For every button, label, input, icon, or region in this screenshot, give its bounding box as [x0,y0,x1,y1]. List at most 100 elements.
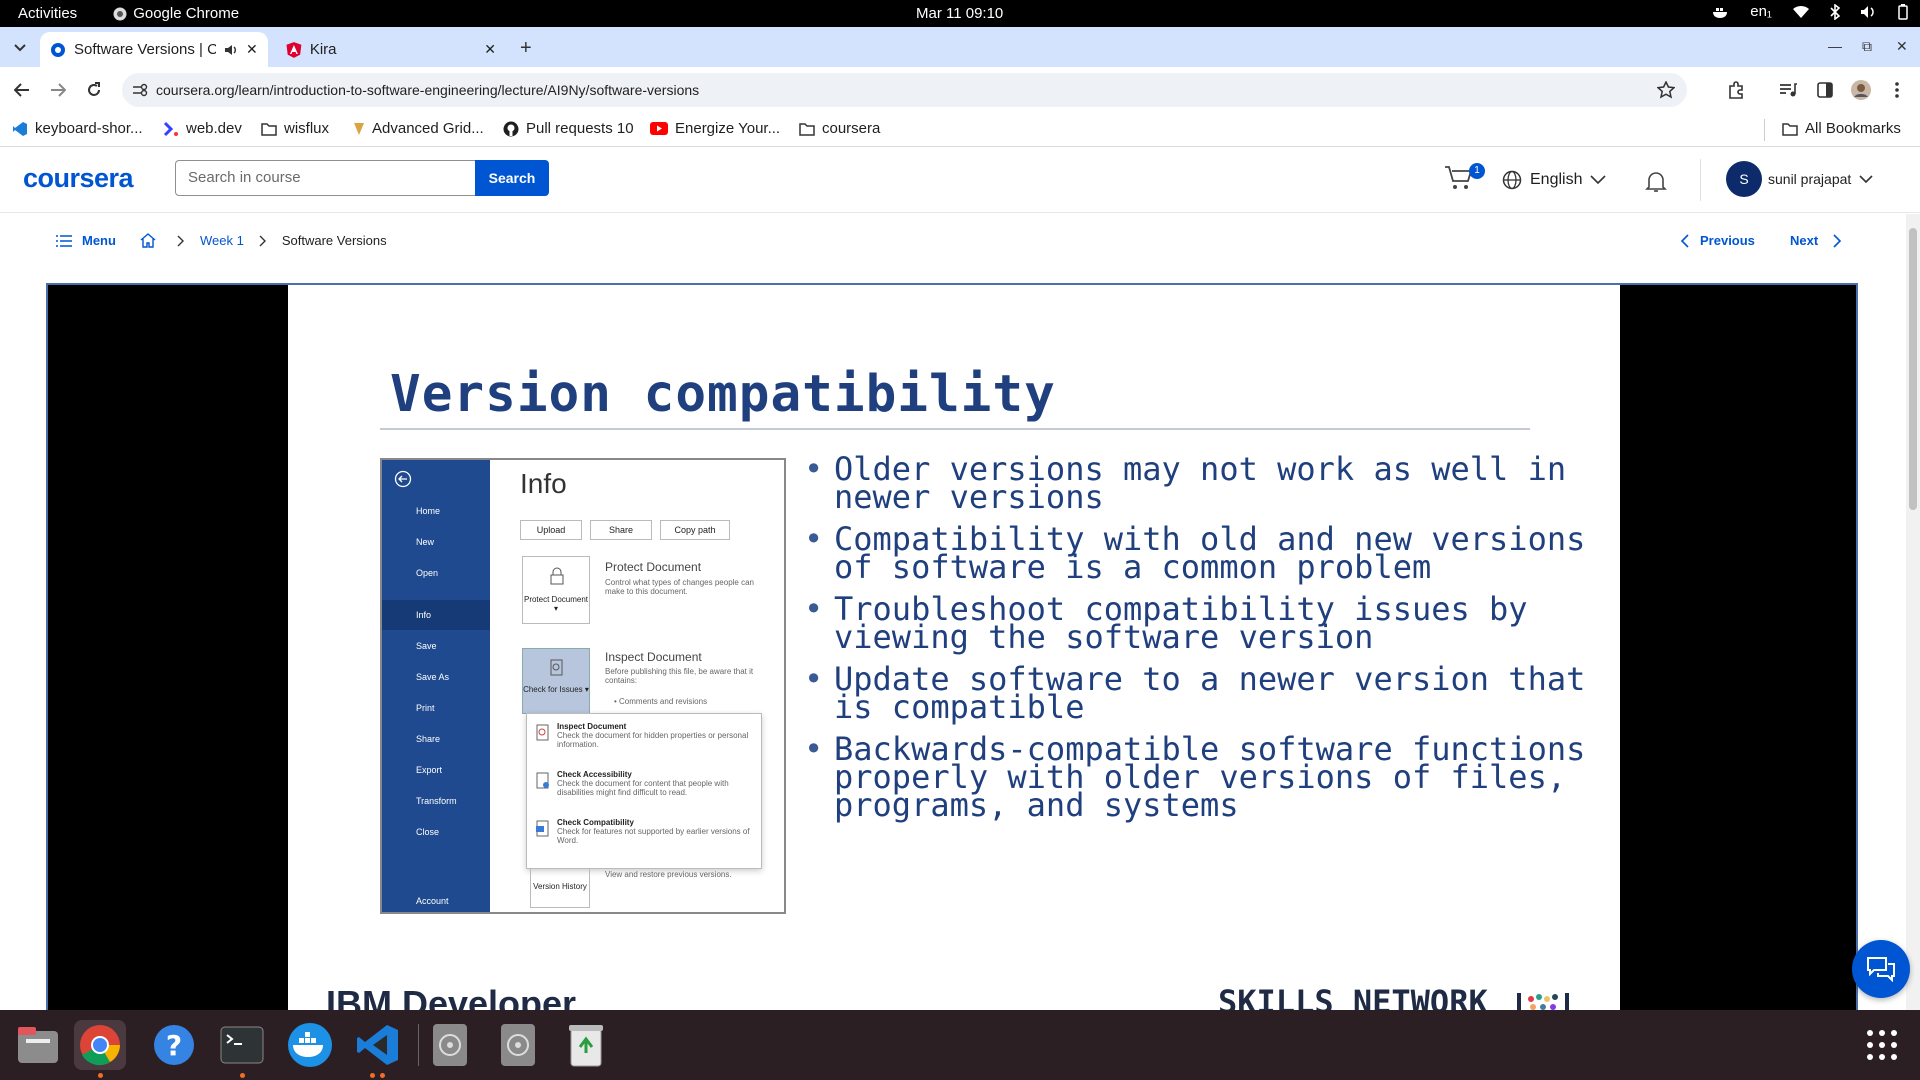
chevron-left-icon [1680,233,1689,248]
folder-icon [261,122,277,136]
word-backstage-sidebar: Home New Open Info Save Save As Print Sh… [382,460,490,912]
new-tab-button[interactable]: + [520,37,532,60]
breadcrumb-current: Software Versions [281,233,387,248]
dock-separator [418,1024,419,1066]
docker-icon [288,1023,332,1067]
dock-docker[interactable] [284,1020,336,1070]
dock-disk-2[interactable] [492,1020,544,1070]
svg-text:?: ? [166,1029,182,1062]
bookmark-label: Energize Your... [675,120,781,137]
previous-button[interactable]: Previous [1680,233,1755,248]
bookmark-energize[interactable]: Energize Your... [650,120,780,137]
system-tray[interactable]: en₁ [1712,3,1910,20]
dock-files[interactable] [12,1020,64,1070]
tab-software-versions[interactable]: Software Versions | C ✕ [40,32,268,67]
scrollbar-thumb[interactable] [1909,228,1917,510]
side-panel-button[interactable] [1815,80,1835,100]
word-nav-info: Info [416,610,432,620]
url-text: coursera.org/learn/introduction-to-softw… [156,82,700,98]
slide-bullets: Older versions may not work as well in n… [804,453,1604,833]
word-inspect-item: • Comments and revisions [614,697,708,706]
tab-kira[interactable]: Kira ✕ [276,32,506,67]
bookmark-label: coursera [822,120,881,137]
tab-search-button[interactable] [8,36,32,60]
activities-button[interactable]: Activities [18,5,77,22]
bookmark-coursera[interactable]: coursera [799,120,880,137]
word-nav-save: Save [416,641,437,651]
audio-playing-icon[interactable] [224,44,238,56]
word-inspect-desc: Before publishing this file, be aware th… [605,667,754,685]
dock-trash[interactable] [560,1020,612,1070]
dock-terminal[interactable] [216,1020,268,1070]
tab-strip: Software Versions | C ✕ Kira ✕ + — ⧉ ✕ [0,27,1920,67]
back-button[interactable] [12,80,32,100]
app-menu[interactable]: Google Chrome [113,5,239,22]
chrome-menu-button[interactable] [1887,80,1907,100]
next-button[interactable]: Next [1790,233,1842,248]
show-apps-button[interactable] [1856,1020,1908,1070]
chevron-right-icon [1833,233,1842,248]
site-info-icon[interactable] [132,83,148,97]
tab-title: Kira [309,41,337,58]
menu-label: Menu [82,233,116,248]
course-search-input[interactable]: Search in course [175,160,475,196]
close-window-button[interactable]: ✕ [1896,38,1908,55]
word-nav-transform: Transform [416,796,457,806]
forward-button[interactable] [48,80,68,100]
bluetooth-icon [1830,3,1840,20]
vscode-icon [357,1025,398,1065]
video-player[interactable]: Version compatibility Home New Open Info… [46,283,1858,1010]
menu-button[interactable]: Menu [56,233,116,248]
language-selector[interactable]: English [1502,170,1607,190]
word-nav-save-as: Save As [416,672,450,682]
minimize-button[interactable]: — [1828,38,1842,54]
dock-help[interactable]: ? [148,1020,200,1070]
bookmark-star-icon[interactable] [1657,81,1675,99]
media-control-button[interactable] [1778,80,1798,100]
running-indicator [380,1073,385,1078]
search-button[interactable]: Search [475,160,549,196]
home-icon[interactable] [140,233,156,248]
dock-vscode[interactable] [352,1020,404,1070]
chevron-down-icon [1590,175,1607,185]
extensions-button[interactable] [1726,80,1746,100]
breadcrumb-week[interactable]: Week 1 [200,233,244,248]
word-nav-print: Print [416,703,435,713]
app-grid-icon [1867,1030,1897,1060]
dock-chrome[interactable] [74,1020,126,1070]
bookmark-label: Advanced Grid... [372,120,484,137]
word-protect-title: Protect Document [605,560,702,574]
bookmark-keyboard-shortcuts[interactable]: keyboard-shor... [12,120,143,137]
restore-button[interactable]: ⧉ [1862,38,1872,55]
tab-close-icon[interactable]: ✕ [246,41,258,58]
address-bar[interactable]: coursera.org/learn/introduction-to-softw… [122,73,1687,107]
dock-disk-1[interactable] [424,1020,476,1070]
arrow-right-icon [51,83,66,97]
input-language[interactable]: en₁ [1750,3,1772,20]
bookmark-advanced-grid[interactable]: Advanced Grid... [353,120,484,137]
media-queue-icon [1780,83,1797,97]
ibm-developer-footer: IBM Developer [326,983,577,1010]
user-avatar[interactable]: S [1726,161,1762,197]
terminal-icon [220,1026,264,1064]
coursera-logo[interactable]: coursera [23,163,134,194]
user-menu[interactable]: sunil prajapat [1768,171,1873,187]
reload-button[interactable] [84,80,104,100]
tab-close-icon[interactable]: ✕ [484,41,496,58]
bullet-item: Backwards-compatible software functions … [804,733,1604,821]
bookmark-label: wisflux [284,120,330,137]
word-nav-new: New [416,537,435,547]
profile-button[interactable] [1851,80,1871,100]
bookmark-wisflux[interactable]: wisflux [261,120,329,137]
bookmark-pull-requests[interactable]: Pull requests 10 [503,120,634,137]
all-bookmarks-button[interactable]: All Bookmarks [1782,120,1901,137]
word-copy-path-button: Copy path [660,520,730,540]
clock[interactable]: Mar 11 09:10 [916,5,1003,22]
chat-support-button[interactable] [1852,940,1910,998]
page-scrollbar[interactable] [1906,214,1920,1010]
running-indicator [370,1073,375,1078]
volume-icon [1861,5,1874,18]
next-label: Next [1790,233,1819,248]
bookmark-webdev[interactable]: web.dev [163,120,242,137]
notifications-button[interactable] [1644,169,1668,193]
